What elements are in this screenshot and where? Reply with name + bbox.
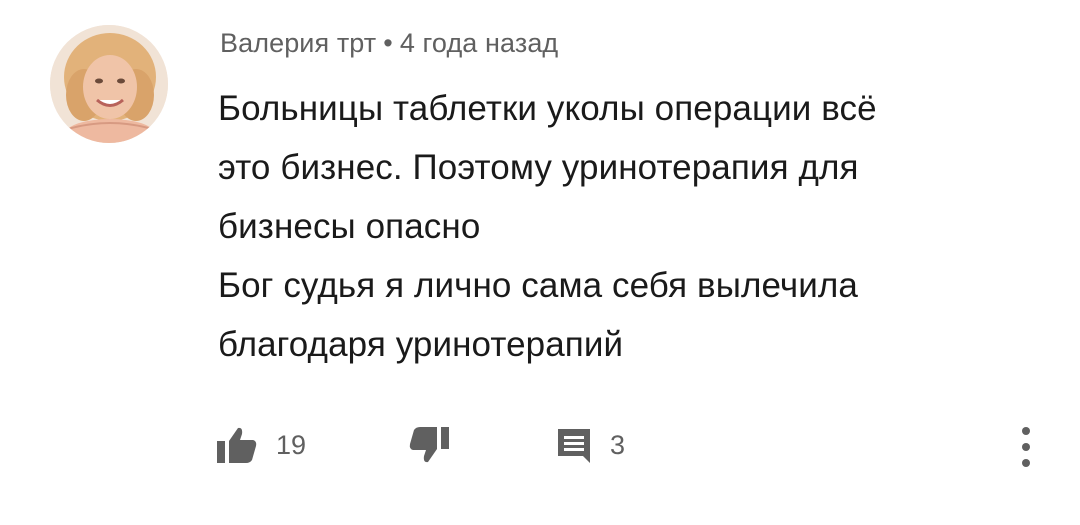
comment-actions: 19 3 (0, 420, 1080, 480)
comment-line: Больницы таблетки уколы операции всё (218, 89, 877, 128)
avatar-image (50, 25, 168, 143)
thumbs-down-icon (409, 427, 449, 463)
like-count: 19 (276, 429, 307, 460)
comment-thread: Валерия трт • 4 года назад Больницы таблет… (0, 0, 1080, 525)
avatar[interactable] (50, 25, 168, 143)
separator-dot: • (383, 28, 393, 58)
more-options-button[interactable] (1012, 423, 1040, 471)
comment-line: бизнесы опасно (218, 207, 481, 246)
like-button[interactable]: 19 (216, 420, 306, 470)
reply-count: 3 (610, 429, 626, 460)
dislike-button[interactable] (408, 420, 450, 470)
comment-text: Больницы таблетки уколы операции всё это… (218, 79, 1058, 374)
comment-line: благодаря уринотерапий (218, 325, 624, 364)
author-name[interactable]: Валерия трт (220, 28, 376, 58)
more-vert-icon (1022, 427, 1030, 467)
comment-icon (558, 429, 590, 463)
comment-line: Бог судья я лично сама себя вылечила (218, 266, 858, 305)
comment-line: это бизнес. Поэтому уринотерапия для (218, 148, 859, 187)
reply-button[interactable]: 3 (556, 420, 625, 470)
timestamp[interactable]: 4 года назад (400, 28, 558, 58)
comment-header: Валерия трт • 4 года назад (220, 28, 558, 59)
thumbs-up-icon (217, 427, 257, 463)
